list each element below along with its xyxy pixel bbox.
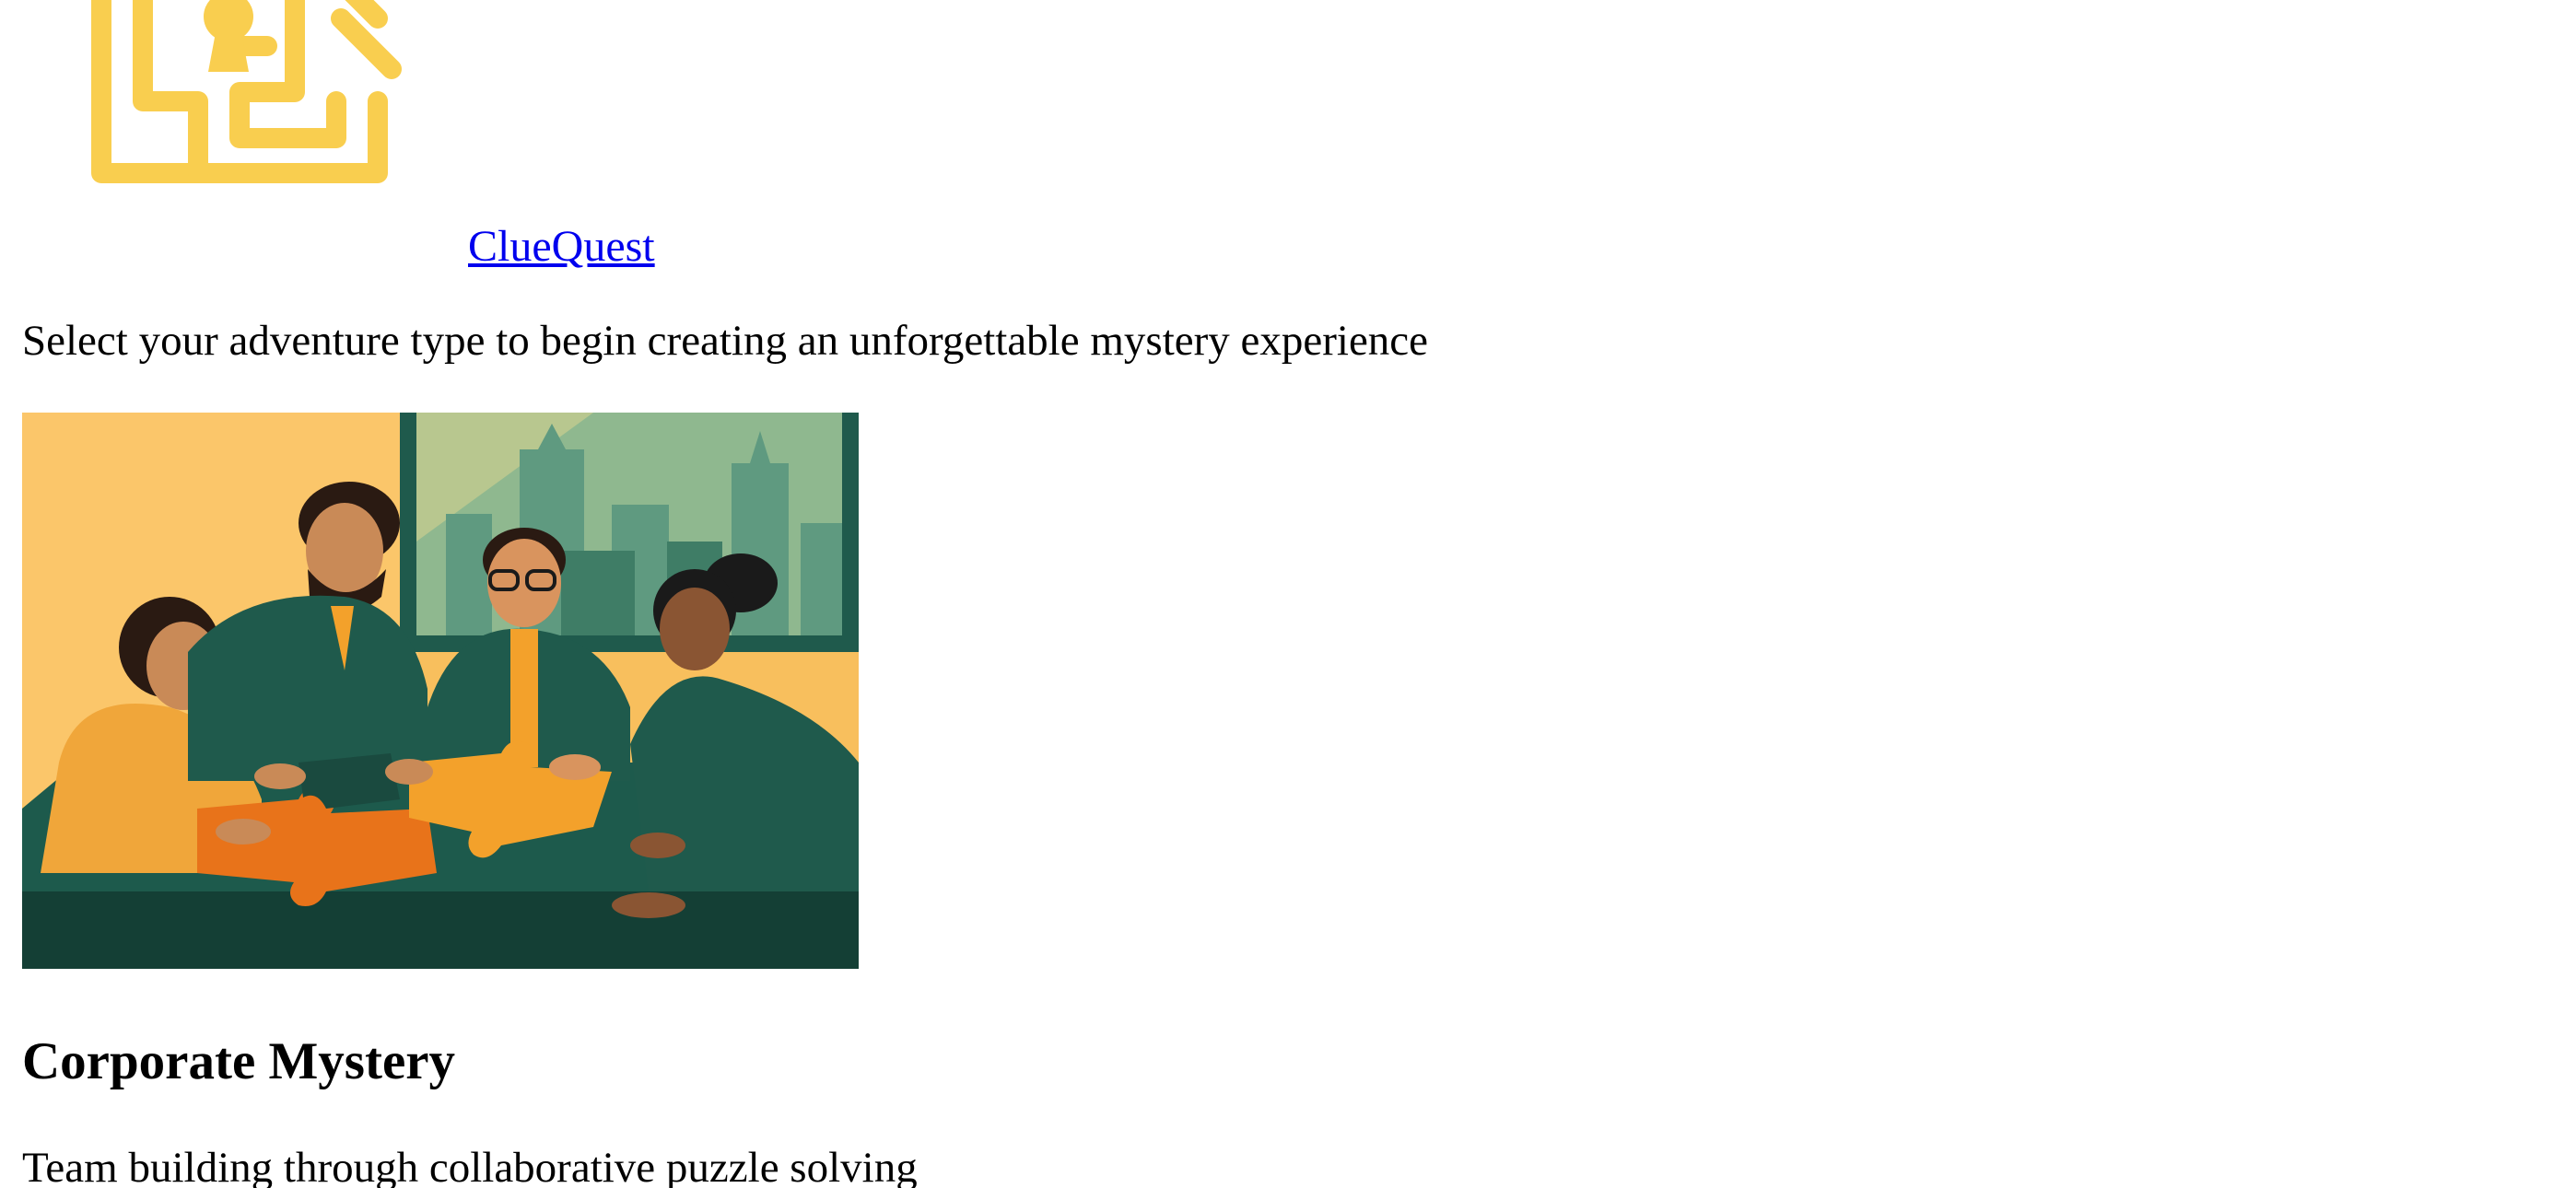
maze-keyhole-house-icon [91, 0, 402, 183]
brand-link[interactable]: ClueQuest [468, 219, 655, 274]
team-puzzle-illustration [22, 413, 859, 969]
intro-tagline: Select your adventure type to begin crea… [22, 317, 1429, 365]
corporate-mystery-card-image[interactable] [22, 413, 859, 969]
page: ClueQuest Select your adventure type to … [0, 0, 2576, 1188]
card-description: Team building through collaborative puzz… [22, 1144, 918, 1188]
card-title: Corporate Mystery [22, 1032, 456, 1090]
